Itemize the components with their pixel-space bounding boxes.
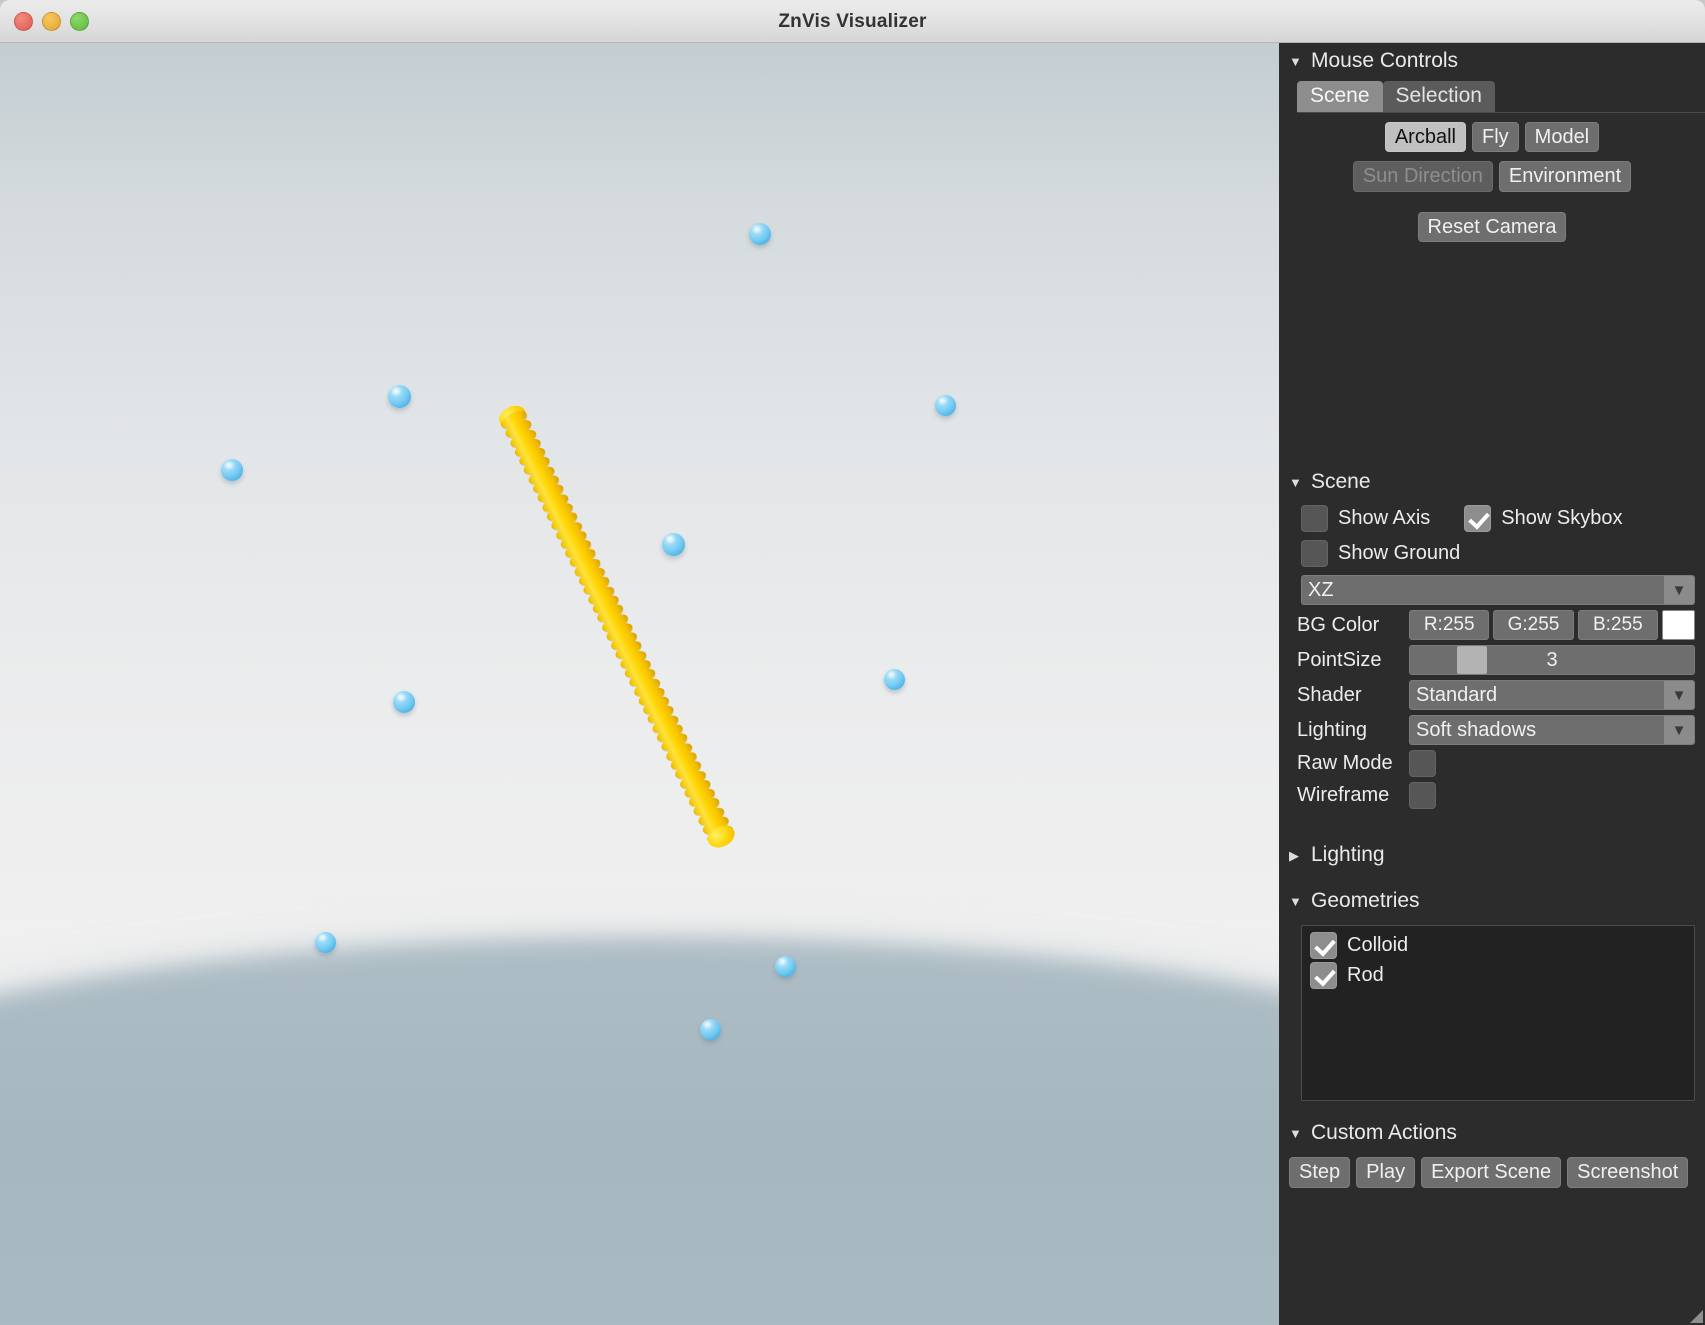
export-scene-button[interactable]: Export Scene bbox=[1421, 1157, 1562, 1188]
environment-button[interactable]: Environment bbox=[1498, 161, 1632, 192]
chevron-down-icon: ▼ bbox=[1664, 716, 1694, 745]
checkbox-box bbox=[1301, 540, 1328, 568]
play-button[interactable]: Play bbox=[1356, 1157, 1416, 1188]
colloid-sphere[interactable] bbox=[314, 931, 336, 953]
mouse-controls-tabs: Scene Selection bbox=[1297, 81, 1705, 113]
reset-camera-button[interactable]: Reset Camera bbox=[1417, 211, 1567, 243]
camera-mode-model-button[interactable]: Model bbox=[1524, 122, 1600, 153]
geometries-header[interactable]: ▼ Geometries bbox=[1279, 883, 1705, 919]
camera-mode-fly-button[interactable]: Fly bbox=[1471, 122, 1519, 153]
bg-color-row: BG Color R:255 G:255 B:255 bbox=[1297, 610, 1695, 641]
3d-render-viewport[interactable] bbox=[0, 43, 1279, 1325]
chevron-down-icon: ▼ bbox=[1664, 576, 1694, 605]
bg-color-label: BG Color bbox=[1297, 613, 1380, 636]
point-size-slider[interactable]: 3 bbox=[1409, 645, 1695, 676]
ground-plane bbox=[0, 938, 1279, 1325]
raw-mode-checkbox[interactable] bbox=[1409, 750, 1436, 778]
lighting-section-title: Lighting bbox=[1311, 843, 1385, 867]
scene-visibility-row-1: Show Axis Show Skybox bbox=[1301, 505, 1705, 533]
list-item[interactable]: Rod bbox=[1310, 962, 1694, 990]
lighting-profile-select[interactable]: Soft shadows ▼ bbox=[1409, 715, 1695, 746]
geometry-rod-checkbox[interactable] bbox=[1310, 962, 1337, 990]
resize-grip[interactable] bbox=[1690, 1310, 1703, 1323]
custom-action-buttons: Step Play Export Scene Screenshot bbox=[1289, 1157, 1705, 1188]
geometry-rod-label: Rod bbox=[1347, 964, 1384, 987]
camera-mode-buttons: Arcball Fly Model bbox=[1279, 122, 1705, 153]
geometry-colloid-label: Colloid bbox=[1347, 934, 1409, 957]
show-ground-checkbox[interactable]: Show Ground bbox=[1301, 540, 1461, 568]
tab-scene[interactable]: Scene bbox=[1297, 81, 1383, 112]
wireframe-checkbox[interactable] bbox=[1409, 782, 1436, 810]
geometry-colloid-checkbox[interactable] bbox=[1310, 932, 1337, 960]
settings-panel: ▼ Mouse Controls Scene Selection Arcball… bbox=[1279, 43, 1705, 1325]
custom-actions-title: Custom Actions bbox=[1311, 1121, 1457, 1145]
chevron-down-icon: ▼ bbox=[1289, 893, 1302, 909]
wireframe-label: Wireframe bbox=[1297, 784, 1390, 807]
show-axis-label: Show Axis bbox=[1338, 507, 1431, 530]
shader-value: Standard bbox=[1416, 683, 1498, 706]
show-axis-checkbox[interactable]: Show Axis bbox=[1301, 505, 1431, 533]
show-ground-label: Show Ground bbox=[1338, 542, 1461, 565]
show-skybox-label: Show Skybox bbox=[1501, 507, 1623, 530]
chevron-right-icon: ▶ bbox=[1289, 847, 1299, 863]
bg-color-g-field[interactable]: G:255 bbox=[1493, 610, 1574, 641]
colloid-sphere[interactable] bbox=[661, 532, 685, 556]
colloid-sphere[interactable] bbox=[221, 459, 243, 481]
lighting-profile-label: Lighting bbox=[1297, 718, 1368, 741]
checkbox-box bbox=[1301, 505, 1328, 533]
scene-visibility-row-2: Show Ground bbox=[1301, 540, 1705, 568]
list-item[interactable]: Colloid bbox=[1310, 932, 1694, 960]
mouse-controls-title: Mouse Controls bbox=[1311, 49, 1459, 72]
ground-plane-value: XZ bbox=[1308, 578, 1334, 601]
camera-mode-arcball-button[interactable]: Arcball bbox=[1384, 122, 1466, 153]
chevron-down-icon: ▼ bbox=[1289, 474, 1302, 490]
slider-handle[interactable] bbox=[1457, 646, 1488, 675]
lighting-section-header[interactable]: ▶ Lighting bbox=[1279, 837, 1705, 873]
bg-color-swatch[interactable] bbox=[1661, 610, 1695, 641]
point-size-label: PointSize bbox=[1297, 648, 1382, 671]
ground-plane-select[interactable]: XZ ▼ bbox=[1301, 575, 1695, 606]
step-button[interactable]: Step bbox=[1289, 1157, 1351, 1188]
colloid-sphere[interactable] bbox=[934, 394, 956, 416]
scene-header[interactable]: ▼ Scene bbox=[1279, 464, 1705, 500]
point-size-value: 3 bbox=[1546, 648, 1558, 671]
chevron-down-icon: ▼ bbox=[1289, 53, 1302, 69]
shader-row: Shader Standard ▼ bbox=[1297, 680, 1695, 711]
tab-selection[interactable]: Selection bbox=[1382, 81, 1495, 112]
checkbox-box-checked bbox=[1464, 505, 1492, 533]
colloid-sphere[interactable] bbox=[749, 223, 771, 245]
window-titlebar: ZnVis Visualizer bbox=[0, 0, 1705, 43]
geometries-list[interactable]: Colloid Rod bbox=[1301, 925, 1695, 1102]
sun-direction-button[interactable]: Sun Direction bbox=[1352, 161, 1493, 192]
chevron-down-icon: ▼ bbox=[1664, 681, 1694, 710]
show-skybox-checkbox[interactable]: Show Skybox bbox=[1464, 505, 1623, 533]
light-mode-buttons: Sun Direction Environment bbox=[1279, 161, 1705, 192]
colloid-sphere[interactable] bbox=[393, 691, 415, 713]
chevron-down-icon: ▼ bbox=[1289, 1125, 1302, 1141]
colloid-sphere[interactable] bbox=[699, 1018, 721, 1040]
colloid-sphere[interactable] bbox=[883, 668, 905, 690]
bg-color-r-field[interactable]: R:255 bbox=[1409, 610, 1490, 641]
colloid-sphere[interactable] bbox=[774, 955, 796, 977]
app-window: ZnVis Visualizer ▼ Mouse Controls Scene … bbox=[0, 0, 1705, 1325]
lighting-profile-value: Soft shadows bbox=[1416, 718, 1537, 741]
screenshot-button[interactable]: Screenshot bbox=[1567, 1157, 1689, 1188]
raw-mode-label: Raw Mode bbox=[1297, 752, 1393, 775]
reset-camera-row: Reset Camera bbox=[1279, 211, 1705, 243]
point-size-row: PointSize 3 bbox=[1297, 645, 1695, 676]
colloid-sphere[interactable] bbox=[387, 384, 411, 408]
raw-mode-row: Raw Mode bbox=[1297, 750, 1695, 778]
wireframe-row: Wireframe bbox=[1297, 782, 1695, 810]
lighting-profile-row: Lighting Soft shadows ▼ bbox=[1297, 715, 1695, 746]
geometries-title: Geometries bbox=[1311, 889, 1420, 913]
bg-color-b-field[interactable]: B:255 bbox=[1577, 610, 1658, 641]
custom-actions-header[interactable]: ▼ Custom Actions bbox=[1279, 1115, 1705, 1151]
shader-select[interactable]: Standard ▼ bbox=[1409, 680, 1695, 711]
mouse-controls-header[interactable]: ▼ Mouse Controls bbox=[1279, 43, 1705, 79]
scene-title: Scene bbox=[1311, 470, 1371, 494]
shader-label: Shader bbox=[1297, 683, 1362, 706]
window-title: ZnVis Visualizer bbox=[778, 11, 927, 32]
